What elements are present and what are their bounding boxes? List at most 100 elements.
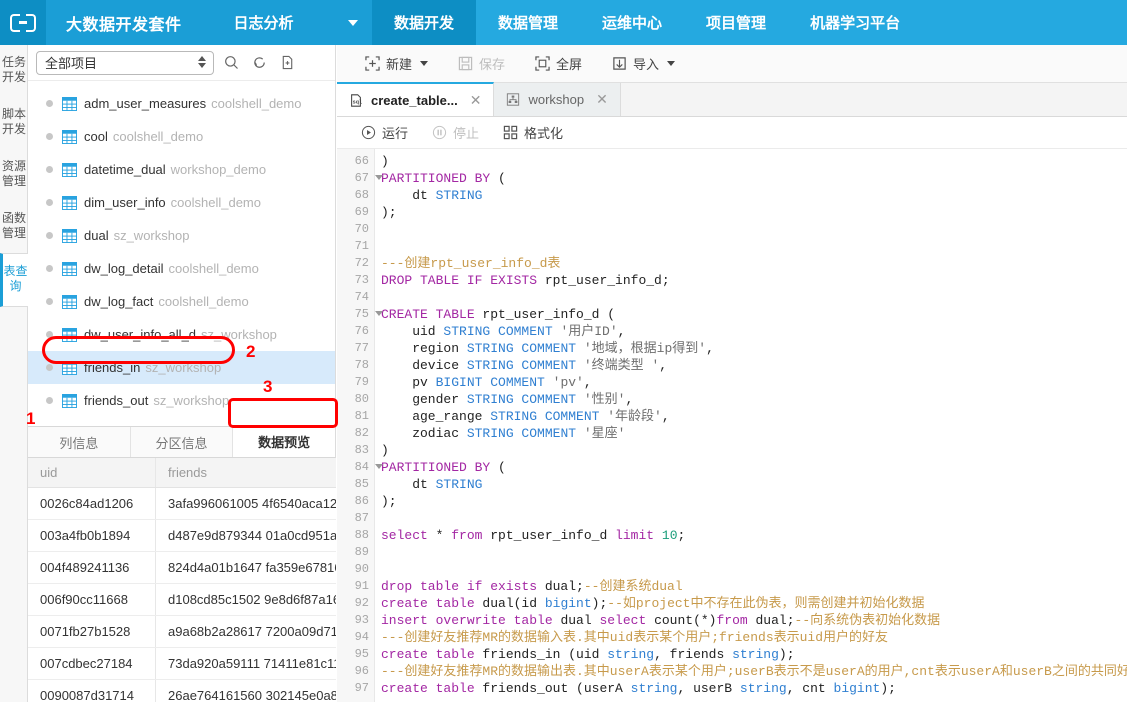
product-switcher[interactable]: 大数据开发套件 日志分析 [46,0,372,45]
line-number: 82 [354,426,369,440]
editor-tab-workshop[interactable]: workshop ✕ [494,83,621,116]
fold-toggle-icon[interactable] [375,464,383,469]
code-token: DROP TABLE IF EXISTS [381,273,538,288]
subtab-partition-info[interactable]: 分区信息 [131,427,234,457]
table-item-dim-user-info[interactable]: dim_user_info coolshell_demo [28,186,335,219]
fullscreen-button[interactable]: 全屏 [523,51,594,77]
rail-item-resource-management[interactable]: 资源管理 [0,149,28,201]
editor-tab-create-table[interactable]: sql create_table... ✕ [337,82,495,116]
nav-tab-data-development[interactable]: 数据开发 [372,0,477,45]
code-line: create table friends_in (uid string, fri… [381,646,1127,663]
chevron-down-icon [420,61,429,66]
search-icon[interactable] [220,52,242,74]
code-line: age_range STRING COMMENT '年龄段', [381,408,1127,425]
table-item-adm-user-measures[interactable]: adm_user_measures coolshell_demo [28,87,335,120]
table-row[interactable]: 0026c84ad1206 3afa996061005 4f6540aca128… [28,488,336,520]
format-button[interactable]: 格式化 [493,121,573,145]
code-token: STRING COMMENT [466,426,577,441]
code-line: DROP TABLE IF EXISTS rpt_user_info_d; [381,272,1127,289]
subtab-column-info[interactable]: 列信息 [28,427,131,457]
chevron-down-icon[interactable] [348,20,358,26]
line-number: 77 [354,341,369,355]
new-button[interactable]: 新建 [353,51,440,77]
fold-toggle-icon[interactable] [375,175,383,180]
annotation-marker-3: 3 [263,377,273,396]
sql-file-icon: sql [351,93,362,107]
code-token: BIGINT COMMENT [435,375,545,390]
code-token: --创建系统dual [583,579,683,594]
nav-tab-ml-platform[interactable]: 机器学习平台 [788,0,922,45]
save-button[interactable]: 保存 [446,51,517,77]
rail-item-script-development[interactable]: 脚本开发 [0,97,28,149]
subtab-data-preview[interactable]: 数据预览 [233,427,336,457]
code-token: device [381,358,467,373]
code-token: pv [381,375,436,390]
rail-item-function-management[interactable]: 函数管理 [0,201,28,253]
code-token: STRING COMMENT [466,358,577,373]
import-button-label: 导入 [633,57,660,72]
line-number: 90 [354,562,369,576]
sql-code-editor[interactable]: 66 67 68 69 70 71 72 73 74 75 76 77 78 79 80 81 82 83 84 85… [337,149,1127,702]
grid-column-friends: friends [168,465,208,480]
code-content[interactable]: ) PARTITIONED BY ( dt STRING); ---创建rpt_u… [375,149,1127,702]
code-line: dt STRING [381,187,1127,204]
table-item-datetime-dual[interactable]: datetime_dual workshop_demo [28,153,335,186]
rail-item-task-development[interactable]: 任务开发 [0,45,28,97]
code-token: '年龄段' [607,409,662,424]
new-file-icon[interactable] [276,52,298,74]
code-token: from [451,528,483,543]
rail-item-table-query[interactable]: 表查询 [0,253,29,307]
table-item-cool[interactable]: cool coolshell_demo [28,120,335,153]
code-token: rpt_user_info_d [482,528,616,543]
nav-tab-operations-center[interactable]: 运维中心 [580,0,684,45]
nav-tab-project-management[interactable]: 项目管理 [684,0,788,45]
table-row[interactable]: 003a4fb0b1894 d487e9d879344 01a0cd951a42… [28,520,336,552]
line-number: 92 [354,596,369,610]
close-icon[interactable]: ✕ [470,92,482,109]
dataworks-logo-icon [10,13,36,32]
close-icon[interactable]: ✕ [596,91,608,108]
table-project: workshop_demo [170,162,267,177]
refresh-icon[interactable] [248,52,270,74]
table-row[interactable]: 004f489241136 824d4a01b1647 fa359e678160… [28,552,336,584]
cell-uid: 004f489241136 [28,552,156,583]
fold-toggle-icon[interactable] [375,311,383,316]
explorer-toolbar: 全部项目 [28,45,335,81]
cell-friends: 73da920a59111 71411e81c1136 4e [168,656,336,671]
code-token: ); [381,494,397,509]
table-row[interactable]: 007cdbec27184 73da920a59111 71411e81c113… [28,648,336,680]
run-button[interactable]: 运行 [351,121,418,145]
table-item-friends-out[interactable]: friends_out sz_workshop [28,384,335,417]
table-item-dw-log-detail[interactable]: dw_log_detail coolshell_demo [28,252,335,285]
code-token: region [381,341,467,356]
nav-tab-data-management[interactable]: 数据管理 [476,0,580,45]
table-item-dw-user-info-all-d[interactable]: dw_user_info_all_d sz_workshop [28,318,335,351]
table-name: friends_out [84,393,149,408]
chevron-updown-icon [198,55,206,68]
table-row[interactable]: 006f90cc11668 d108cd85c1502 9e8d6f87a163… [28,584,336,616]
code-token: rpt_user_info_d; [537,273,670,288]
code-token: CREATE TABLE [381,307,475,322]
table-item-friends-in[interactable]: friends_in sz_workshop [28,351,335,384]
code-token: dual; [747,613,795,628]
project-select[interactable]: 全部项目 [36,50,214,75]
add-box-icon [365,56,380,71]
import-button[interactable]: 导入 [600,51,687,77]
app-logo[interactable] [0,0,46,45]
table-item-dual[interactable]: dual sz_workshop [28,219,335,252]
table-row[interactable]: 0071fb27b1528 a9a68b2a28617 7200a09d7135… [28,616,336,648]
stop-button[interactable]: 停止 [422,121,489,145]
cell-uid: 0090087d31714 [28,680,156,702]
table-icon [62,393,77,408]
table-icon [62,327,77,342]
table-row[interactable]: 0090087d31714 26ae764161560 302145e0a875… [28,680,336,702]
line-number: 94 [354,630,369,644]
cell-friends: a9a68b2a28617 7200a09d71352 0a [168,624,336,639]
table-explorer-panel: 全部项目 adm_user_measures coolshell_demo co… [28,45,336,702]
table-item-dw-log-fact[interactable]: dw_log_fact coolshell_demo [28,285,335,318]
code-line: drop table if exists dual;--创建系统dual [381,578,1127,595]
code-token: age_range [381,409,491,424]
